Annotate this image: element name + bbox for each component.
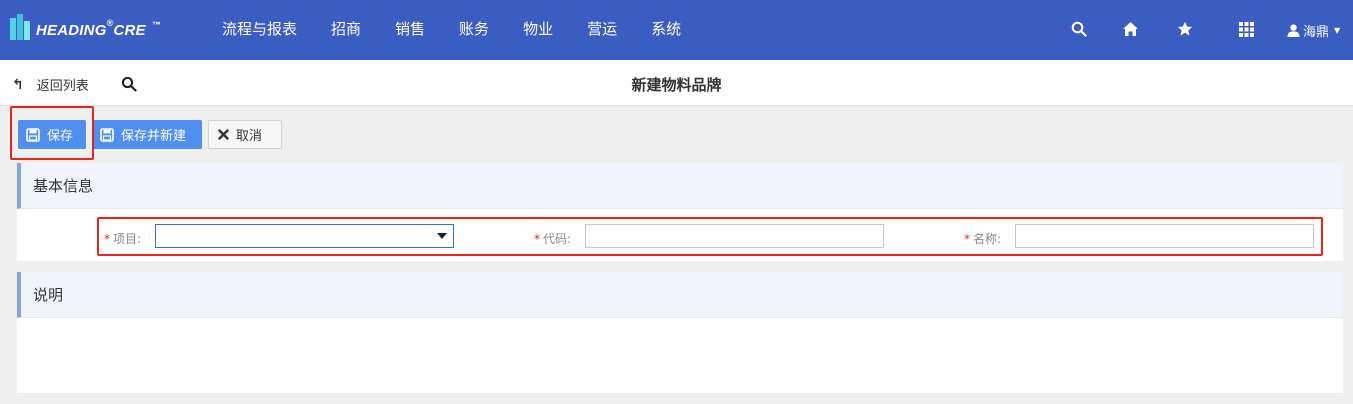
logo-mark-icon (10, 12, 30, 40)
logo[interactable]: HEADING®CRE ™ (10, 12, 161, 42)
field-label-code: * 代码: (534, 232, 572, 246)
nav-item-system[interactable]: 系统 (634, 0, 698, 60)
nav-item-operations[interactable]: 营运 (570, 0, 634, 60)
cancel-button[interactable]: 取消 (208, 120, 282, 149)
dropdown-arrow-icon (437, 233, 447, 239)
nav-item-accounting[interactable]: 账务 (442, 0, 506, 60)
field-label-name: * 名称: (964, 232, 1002, 246)
save-icon (100, 127, 114, 142)
save-and-new-button[interactable]: 保存并新建 (92, 120, 202, 149)
description-panel: 说明 (17, 272, 1343, 393)
user-name: 海鼎 (1303, 24, 1330, 40)
user-icon (1287, 23, 1300, 37)
nav-item-property[interactable]: 物业 (506, 0, 570, 60)
project-select[interactable] (155, 224, 454, 248)
nav-item-reports[interactable]: 流程与报表 (205, 0, 314, 60)
main-nav: 流程与报表 招商 销售 账务 物业 营运 系统 (205, 0, 698, 60)
star-icon[interactable] (1175, 19, 1195, 39)
page-title: 新建物料品牌 (631, 76, 722, 94)
apps-grid-icon[interactable] (1236, 19, 1256, 39)
search-icon[interactable] (1069, 19, 1089, 39)
sub-header: ↰ 返回列表 新建物料品牌 (0, 60, 1353, 106)
save-icon (26, 127, 40, 142)
caret-down-icon: ▼ (1334, 25, 1341, 35)
save-button[interactable]: 保存 (18, 120, 86, 149)
user-menu[interactable]: 海鼎 ▼ (1287, 20, 1340, 40)
close-icon (218, 129, 229, 140)
nav-item-leasing[interactable]: 招商 (314, 0, 378, 60)
name-input[interactable] (1015, 224, 1314, 248)
nav-item-sales[interactable]: 销售 (378, 0, 442, 60)
top-navbar: HEADING®CRE ™ 流程与报表 招商 销售 账务 物业 营运 系统 海鼎 … (0, 0, 1353, 60)
home-icon[interactable] (1120, 19, 1140, 39)
code-input[interactable] (585, 224, 884, 248)
description-title: 说明 (17, 272, 1343, 318)
basic-info-title: 基本信息 (17, 163, 1343, 209)
logo-text: HEADING®CRE ™ (36, 18, 161, 39)
field-label-project: * 项目: (104, 232, 142, 246)
